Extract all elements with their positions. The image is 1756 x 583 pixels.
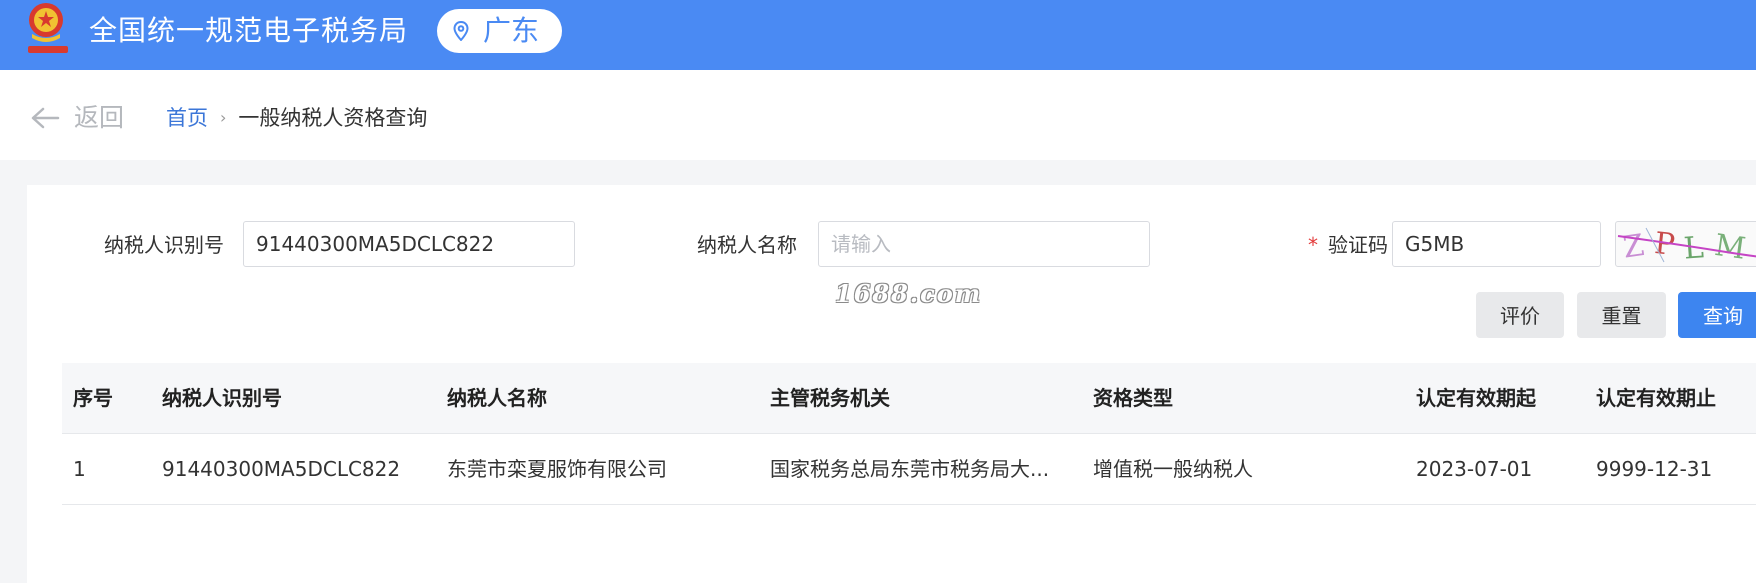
breadcrumb-home-link[interactable]: 首页 (166, 104, 208, 132)
captcha-input[interactable] (1392, 221, 1601, 267)
table-header-row: 序号 纳税人识别号 纳税人名称 主管税务机关 资格类型 认定有效期起 认定有效期… (62, 363, 1756, 434)
table-row[interactable]: 1 91440300MA5DCLC822 东莞市栾夏服饰有限公司 国家税务总局东… (62, 434, 1756, 505)
tax-emblem-icon (28, 3, 68, 53)
captcha-image[interactable]: Z P L M (1615, 221, 1756, 267)
breadcrumb-bar: 返回 首页 › 一般纳税人资格查询 (0, 70, 1756, 160)
region-selector[interactable]: 广东 (437, 9, 562, 53)
captcha-graphic: Z P L M (1617, 226, 1756, 267)
taxpayer-name-input[interactable] (818, 221, 1150, 267)
arrow-left-icon (31, 107, 60, 129)
search-button[interactable]: 查询 (1678, 292, 1756, 338)
table-cell: 增值税一般纳税人 (1093, 457, 1253, 481)
top-header: 全国统一规范电子税务局 广东 (0, 0, 1756, 70)
captcha-label-wrap: * 验证码 (1308, 221, 1388, 269)
region-label: 广东 (483, 14, 540, 47)
taxpayer-id-input[interactable] (243, 221, 575, 267)
column-header: 认定有效期起 (1416, 386, 1536, 410)
column-header: 纳税人识别号 (162, 386, 282, 410)
column-header: 序号 (73, 386, 113, 410)
captcha-char: Z (1621, 228, 1647, 266)
table-cell: 9999-12-31 (1596, 457, 1713, 481)
back-label: 返回 (74, 103, 125, 132)
required-mark: * (1308, 233, 1318, 257)
breadcrumb-current: 一般纳税人资格查询 (238, 106, 428, 130)
site-title: 全国统一规范电子税务局 (89, 14, 409, 47)
table-cell: 1 (73, 457, 86, 481)
column-header: 认定有效期止 (1596, 386, 1716, 410)
breadcrumb: 首页 › 一般纳税人资格查询 (166, 104, 427, 132)
captcha-char: M (1712, 228, 1747, 267)
table-cell: 91440300MA5DCLC822 (162, 457, 401, 481)
table-cell: 国家税务总局东莞市税务局大... (770, 457, 1050, 481)
reset-button[interactable]: 重置 (1577, 292, 1666, 338)
location-pin-icon (453, 21, 469, 41)
captcha-label: 验证码 (1328, 233, 1388, 257)
column-header: 主管税务机关 (770, 386, 890, 410)
back-button[interactable]: 返回 (30, 103, 124, 133)
column-header: 纳税人名称 (447, 386, 547, 410)
watermark-text: 1688.com (835, 279, 983, 308)
column-header: 资格类型 (1093, 386, 1173, 410)
result-table: 序号 纳税人识别号 纳税人名称 主管税务机关 资格类型 认定有效期起 认定有效期… (62, 363, 1756, 505)
taxpayer-name-label: 纳税人名称 (697, 233, 797, 257)
table-cell: 东莞市栾夏服饰有限公司 (447, 457, 667, 481)
chevron-right-icon: › (220, 108, 227, 127)
query-card: 纳税人识别号 纳税人名称 * 验证码 Z P L M 1688.com 评价 重置… (27, 185, 1756, 583)
taxpayer-id-label: 纳税人识别号 (104, 233, 224, 257)
evaluate-button[interactable]: 评价 (1476, 292, 1564, 338)
table-cell: 2023-07-01 (1416, 457, 1533, 481)
